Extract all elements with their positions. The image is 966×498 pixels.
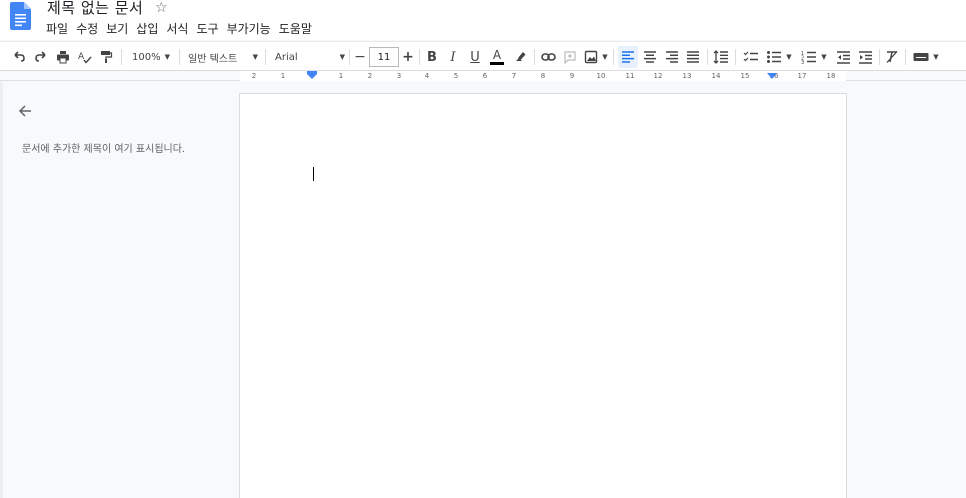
text-color-icon[interactable]: A <box>488 46 506 68</box>
chevron-down-icon: ▼ <box>786 53 792 61</box>
document-title[interactable]: 제목 없는 문서 <box>47 0 143 18</box>
font-family-select[interactable]: Arial ▼ <box>275 46 345 68</box>
ruler-label: 9 <box>569 72 575 80</box>
align-right-icon[interactable] <box>662 46 682 68</box>
chevron-down-icon: ▼ <box>602 53 608 61</box>
toolbar-divider <box>534 49 535 65</box>
chevron-down-icon: ▼ <box>164 53 170 61</box>
svg-text:3: 3 <box>801 60 804 64</box>
ruler-label: 7 <box>511 72 517 80</box>
toolbar-divider <box>707 49 708 65</box>
vertical-ruler[interactable] <box>0 82 3 498</box>
ruler-label: 2 <box>367 72 373 80</box>
ruler-label: 10 <box>596 72 606 80</box>
bullet-list-icon[interactable]: ▼ <box>764 46 794 68</box>
font-family-value: Arial <box>275 51 298 63</box>
docs-logo-icon[interactable] <box>10 2 31 30</box>
toolbar-divider <box>419 49 420 65</box>
docs-app: 제목 없는 문서 ☆ 파일 수정 보기 삽입 서식 도구 부가기능 도움말 A <box>0 0 966 498</box>
ruler-label: 15 <box>740 72 750 80</box>
increase-font-size-button[interactable]: + <box>400 46 416 68</box>
print-icon[interactable] <box>54 46 72 68</box>
undo-icon[interactable] <box>10 46 28 68</box>
ruler-label: 1 <box>338 72 344 80</box>
justify-icon[interactable] <box>683 46 703 68</box>
zoom-value: 100% <box>132 51 161 63</box>
comment-icon[interactable] <box>561 46 579 68</box>
font-size-value: 11 <box>369 47 399 67</box>
line-spacing-icon[interactable] <box>711 46 731 68</box>
ruler-label: 2 <box>251 72 257 80</box>
decrease-font-size-button[interactable]: − <box>352 46 368 68</box>
ruler-label: 17 <box>797 72 807 80</box>
toolbar-divider <box>613 49 614 65</box>
menu-edit[interactable]: 수정 <box>76 20 106 37</box>
star-icon[interactable]: ☆ <box>155 0 168 16</box>
ruler-label: 14 <box>711 72 721 80</box>
font-size-field[interactable]: 11 <box>369 46 399 68</box>
clear-formatting-icon[interactable] <box>883 46 901 68</box>
paragraph-style-value: 일반 텍스트 <box>188 53 238 65</box>
menu-bar: 파일 수정 보기 삽입 서식 도구 부가기능 도움말 <box>46 20 320 37</box>
toolbar-divider <box>905 49 906 65</box>
ruler-label: 4 <box>424 72 430 80</box>
toolbar-divider <box>349 49 350 65</box>
chevron-down-icon: ▼ <box>821 53 827 61</box>
text-cursor <box>313 167 314 181</box>
ruler-label: 13 <box>682 72 692 80</box>
menu-help[interactable]: 도움말 <box>279 20 320 37</box>
toolbar-divider <box>121 49 122 65</box>
toolbar-divider <box>265 49 266 65</box>
first-line-indent-icon[interactable] <box>306 71 318 79</box>
numbered-list-icon[interactable]: 123 ▼ <box>798 46 830 68</box>
header: 제목 없는 문서 ☆ 파일 수정 보기 삽입 서식 도구 부가기능 도움말 <box>0 0 966 40</box>
outline-placeholder: 문서에 추가한 제목이 여기 표시됩니다. <box>22 144 186 155</box>
ruler-label: 11 <box>625 72 635 80</box>
document-page[interactable] <box>240 94 846 498</box>
ruler-label: 6 <box>482 72 488 80</box>
horizontal-ruler[interactable]: 2 1 1 2 3 4 5 6 7 8 9 10 11 12 13 14 15 … <box>0 71 966 81</box>
ruler-label: 3 <box>396 72 402 80</box>
input-tools-icon[interactable]: ▼ <box>911 46 941 68</box>
ruler-label: 12 <box>653 72 663 80</box>
image-icon[interactable]: ▼ <box>583 46 609 68</box>
align-left-icon[interactable] <box>618 46 638 68</box>
menu-format[interactable]: 서식 <box>166 20 196 37</box>
ruler-label: 5 <box>453 72 459 80</box>
increase-indent-icon[interactable] <box>855 46 875 68</box>
menu-tools[interactable]: 도구 <box>196 20 226 37</box>
link-icon[interactable] <box>539 46 557 68</box>
chevron-down-icon: ▼ <box>933 53 939 61</box>
toolbar-divider <box>179 49 180 65</box>
italic-icon[interactable]: I <box>445 46 461 68</box>
right-indent-icon[interactable] <box>766 73 778 81</box>
redo-icon[interactable] <box>32 46 50 68</box>
menu-view[interactable]: 보기 <box>106 20 136 37</box>
paint-format-icon[interactable] <box>97 46 115 68</box>
ruler-label: 8 <box>540 72 546 80</box>
chevron-down-icon: ▼ <box>252 53 258 61</box>
highlight-icon[interactable] <box>511 46 529 68</box>
menu-insert[interactable]: 삽입 <box>136 20 166 37</box>
underline-icon[interactable]: U <box>467 46 483 68</box>
bold-icon[interactable]: B <box>424 46 440 68</box>
toolbar-divider <box>879 49 880 65</box>
spellcheck-icon[interactable]: A <box>76 46 94 68</box>
menu-file[interactable]: 파일 <box>46 20 76 37</box>
ruler-label: 18 <box>826 72 836 80</box>
paragraph-style-select[interactable]: 일반 텍스트 ▼ <box>188 46 258 68</box>
checklist-icon[interactable] <box>741 46 761 68</box>
zoom-select[interactable]: 100% ▼ <box>130 46 172 68</box>
toolbar-divider <box>735 49 736 65</box>
arrow-back-icon[interactable] <box>17 103 33 119</box>
align-center-icon[interactable] <box>640 46 660 68</box>
decrease-indent-icon[interactable] <box>833 46 853 68</box>
ruler-label: 1 <box>280 72 286 80</box>
chevron-down-icon: ▼ <box>339 53 345 61</box>
toolbar: A 100%▼ 일반 텍스트▼ Arial▼ − 11 + B I U A <box>0 41 966 71</box>
menu-addons[interactable]: 부가기능 <box>227 20 279 37</box>
